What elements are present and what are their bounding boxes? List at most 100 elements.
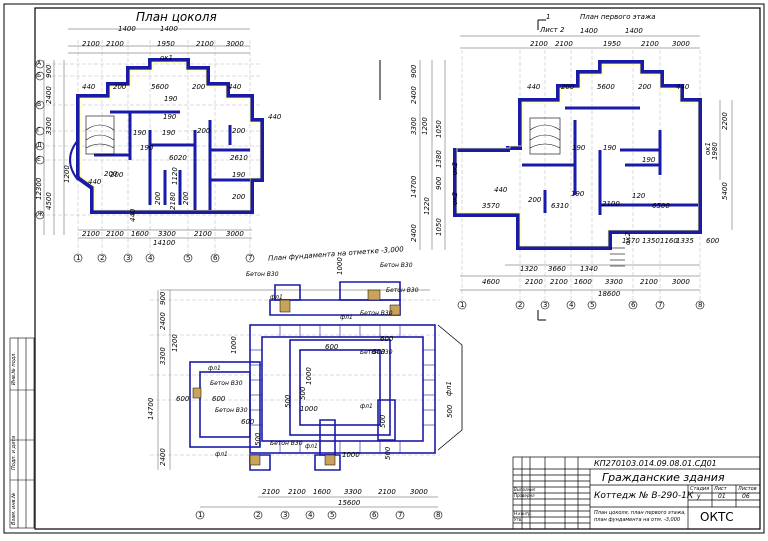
basement-axis: Г: [37, 127, 41, 134]
foundation-block-label: фл1: [340, 314, 353, 321]
basement-room-dim: 190: [163, 113, 177, 121]
first-floor-room-dim: 5400: [721, 182, 729, 200]
basement-left-dim: 2400: [45, 86, 53, 104]
basement-room-dim: 190: [162, 129, 176, 137]
basement-axis: 5: [186, 254, 191, 262]
sheets-value: 06: [742, 493, 750, 500]
stage-value: у: [697, 493, 701, 500]
first-floor-bottom-dim: 1600: [574, 278, 592, 286]
foundation-left-dim: 1200: [171, 334, 179, 352]
first-floor-axis: 3: [543, 301, 548, 309]
title-row-label: Выполнил: [514, 487, 536, 492]
basement-room-dim: 200: [182, 191, 190, 205]
basement-room-dim: 440: [88, 178, 102, 186]
first-floor-axis: 5: [590, 301, 595, 309]
basement-room-dim: 200: [154, 191, 162, 205]
first-floor-axis: 6: [631, 301, 636, 309]
basement-bottom-dim: 2100: [82, 230, 100, 238]
first-floor-left-dim: 1050: [435, 218, 443, 236]
first-floor-axis: 2: [518, 301, 523, 309]
first-floor-left-dim: 14700: [410, 175, 418, 198]
first-floor-room-dim: 200: [638, 83, 652, 91]
basement-axis: Б: [37, 72, 42, 79]
basement-bottom-dim: 3300: [158, 230, 176, 238]
basement-left-dim: 900: [45, 64, 53, 78]
first-floor-left-dim: 2400: [410, 86, 418, 104]
first-floor-room-dim: 190: [571, 190, 585, 198]
first-floor-left-dim: 2400: [410, 224, 418, 242]
foundation-axis: 3: [283, 511, 288, 519]
basement-room-dim: 2180: [169, 192, 177, 210]
first-floor-bottom-dim: 1570: [622, 237, 640, 245]
side-stamp-label: Инв.№ подл.: [11, 352, 17, 385]
basement-left-dim: 1200: [63, 165, 71, 183]
first-floor-bottom-dim: 600: [706, 237, 720, 245]
sheet-description: План цоколя, план первого этажа,: [594, 510, 686, 516]
foundation-left-dim: 3300: [159, 347, 167, 365]
foundation-dim: 600: [212, 395, 226, 403]
foundation-dim: 1000: [300, 405, 318, 413]
foundation-bottom-dim: 1600: [313, 488, 331, 496]
concrete-label: Бетон В30: [246, 271, 279, 278]
basement-room-dim: 200: [192, 83, 206, 91]
basement-axis: Ж: [37, 211, 44, 218]
first-floor-top-dim: 2100: [555, 40, 573, 48]
basement-left-dim: 4500: [45, 192, 53, 210]
first-floor-room-dim: 200: [561, 83, 575, 91]
first-floor-axis: 4: [569, 301, 574, 309]
entry-steps: [610, 247, 625, 267]
first-floor-bottom-dim: 2100: [550, 278, 568, 286]
concrete-label: Бетон В30: [386, 287, 419, 294]
foundation-axis: 8: [436, 511, 441, 519]
basement-top-dim: 1950: [157, 40, 175, 48]
basement-room-dim: 190: [140, 144, 154, 152]
title-row-label: Н.контр.: [514, 511, 532, 516]
basement-bottom-dim: 3000: [226, 230, 244, 238]
first-floor-room-dim: 200: [528, 196, 542, 204]
basement-bottom-dim: 2100: [194, 230, 212, 238]
basement-bottom-total: 14100: [153, 239, 176, 247]
first-floor-bottom-total: 18600: [598, 290, 621, 298]
basement-left-dim: 200: [104, 170, 118, 178]
first-floor-left-dim: 1050: [435, 120, 443, 138]
basement-axis: Е: [37, 156, 41, 163]
basement-axis: 3: [126, 254, 131, 262]
first-floor-bottom-dim: 1340: [580, 265, 598, 273]
basement-stair: [85, 115, 115, 155]
first-floor-bottom-dim: 1335: [676, 237, 694, 245]
concrete-label: Бетон В30: [270, 440, 303, 447]
drawing-sheet: План цоколя 1400 1400 2100 2100 1950 210…: [0, 0, 768, 537]
foundation-bottom-dim: 2100: [288, 488, 306, 496]
basement-axis: Д: [37, 142, 42, 149]
foundation-dim: 600: [176, 395, 190, 403]
first-floor-left-dim: 1380: [435, 150, 443, 168]
foundation-dim: 500: [446, 404, 454, 418]
project-name: Гражданские здания: [602, 471, 725, 484]
foundation-dim: 500: [299, 386, 307, 400]
foundation-plan: [150, 281, 463, 520]
first-floor-bottom-dim: 3300: [605, 278, 623, 286]
foundation-axis: 5: [330, 511, 335, 519]
first-floor-top-dim: 1400: [625, 27, 643, 35]
stage-label: Стадия: [690, 486, 710, 492]
basement-top-dim: 1400: [118, 25, 136, 33]
foundation-axis: 2: [256, 511, 261, 519]
sheet-description: план фундамента на отм. -3,000: [594, 517, 681, 523]
basement-room-dim: 440: [228, 83, 242, 91]
first-floor-room-dim: 5600: [597, 83, 615, 91]
first-floor-room-dim: 440: [676, 83, 690, 91]
first-floor-bottom-dim: 2100: [525, 278, 543, 286]
basement-axis: 6: [213, 254, 218, 262]
first-floor-bottom-dim: 2100: [640, 278, 658, 286]
basement-axis: В: [37, 101, 42, 108]
foundation-dim: 500: [284, 394, 292, 408]
foundation-dim: 600: [241, 418, 255, 426]
concrete-label: Бетон В30: [210, 380, 243, 387]
first-floor-bottom-dim: 4600: [482, 278, 500, 286]
first-floor-room-dim: 190: [642, 156, 656, 164]
first-floor-window: ок2: [451, 192, 459, 205]
first-floor-room-dim: 120: [632, 192, 646, 200]
concrete-label: Бетон В30: [380, 262, 413, 269]
concrete-label: Бетон В30: [360, 310, 393, 317]
basement-window-label: ок1: [160, 54, 173, 62]
